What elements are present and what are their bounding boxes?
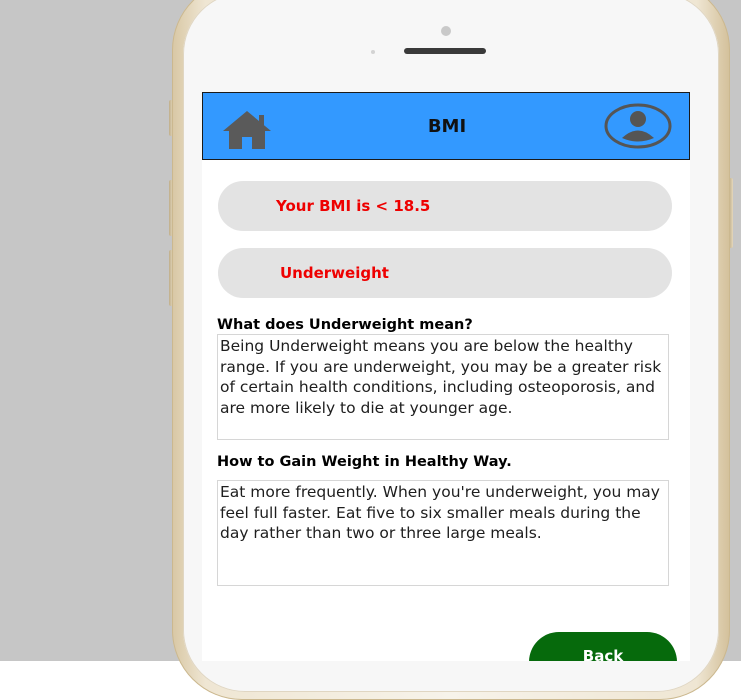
header-bar: BMI — [202, 92, 690, 160]
home-icon[interactable] — [221, 109, 273, 151]
advice-textbox[interactable]: Eat more frequently. When you're underwe… — [217, 480, 669, 586]
front-camera — [441, 26, 451, 36]
bmi-result-pill: Your BMI is < 18.5 — [218, 181, 672, 231]
advice-heading: How to Gain Weight in Healthy Way. — [217, 454, 512, 470]
meaning-textbox[interactable]: Being Underweight means you are below th… — [217, 334, 669, 440]
meaning-heading: What does Underweight mean? — [217, 317, 473, 333]
bmi-category-pill: Underweight — [218, 248, 672, 298]
bmi-category-text: Underweight — [280, 264, 389, 282]
app-screen: BMI Your BMI is < 18.5 Underweight What … — [202, 92, 690, 661]
back-button[interactable]: Back — [529, 632, 677, 661]
user-profile-icon[interactable] — [603, 103, 673, 149]
bmi-result-text: Your BMI is < 18.5 — [276, 197, 431, 215]
earpiece-speaker — [404, 48, 486, 54]
proximity-sensor — [371, 50, 375, 54]
